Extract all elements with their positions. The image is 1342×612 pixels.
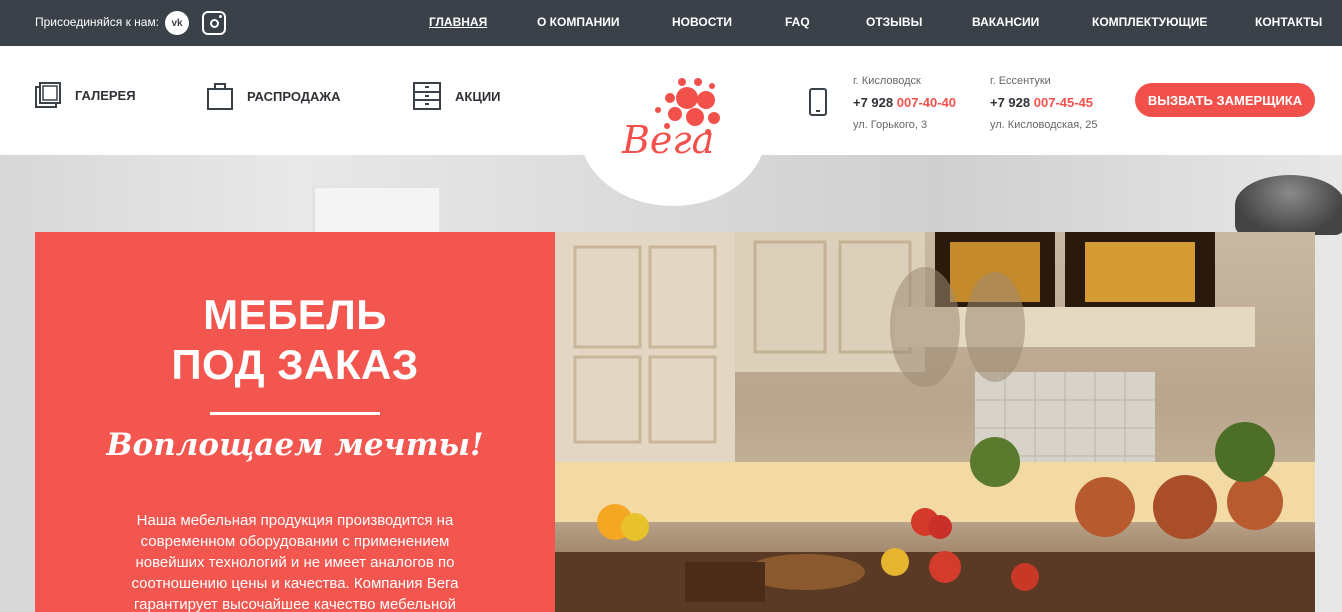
promo-label: АКЦИИ: [455, 88, 501, 104]
contact-address: ул. Кисловодская, 25: [990, 119, 1098, 131]
bag-icon: [207, 83, 233, 110]
nav-reviews[interactable]: ОТЗЫВЫ: [866, 15, 922, 29]
logo-text: Вега: [622, 118, 715, 162]
call-measurer-button[interactable]: ВЫЗВАТЬ ЗАМЕРЩИКА: [1135, 83, 1315, 117]
drawers-icon: [413, 82, 441, 110]
nav-faq[interactable]: FAQ: [785, 15, 810, 29]
contact-phone[interactable]: +7 928 007-45-45: [990, 92, 1098, 114]
nav-news[interactable]: НОВОСТИ: [672, 15, 732, 29]
nav-home[interactable]: ГЛАВНАЯ: [429, 15, 487, 29]
gallery-link[interactable]: ГАЛЕРЕЯ: [35, 82, 136, 108]
sale-label: РАСПРОДАЖА: [247, 88, 341, 104]
phone-icon: [809, 88, 827, 116]
contact-phone[interactable]: +7 928 007-40-40: [853, 92, 956, 114]
hero-divider: [210, 412, 380, 415]
nav-components[interactable]: КОМПЛЕКТУЮЩИЕ: [1092, 15, 1207, 29]
gallery-label: ГАЛЕРЕЯ: [75, 87, 136, 103]
nav-contacts[interactable]: КОНТАКТЫ: [1255, 15, 1322, 29]
contact-kislovodsk: г. Кисловодск +7 928 007-40-40 ул. Горьк…: [853, 70, 956, 136]
contact-essentuki: г. Ессентуки +7 928 007-45-45 ул. Кислов…: [990, 70, 1098, 136]
sale-link[interactable]: РАСПРОДАЖА: [207, 82, 341, 110]
contact-address: ул. Горького, 3: [853, 119, 928, 131]
top-bar: Присоединяйся к нам: vk ГЛАВНАЯ О КОМПАН…: [0, 0, 1342, 46]
vk-icon[interactable]: vk: [165, 11, 189, 35]
gallery-icon: [35, 82, 61, 108]
join-label: Присоединяйся к нам:: [35, 15, 160, 29]
background-lamp: [1235, 175, 1342, 235]
promo-link[interactable]: АКЦИИ: [413, 82, 501, 110]
contact-city: г. Ессентуки: [990, 75, 1051, 87]
instagram-icon[interactable]: [202, 11, 226, 35]
nav-about[interactable]: О КОМПАНИИ: [537, 15, 620, 29]
hero-title: МЕБЕЛЬ ПОД ЗАКАЗ: [171, 291, 419, 388]
hero-slogan: Воплощаем мечты!: [106, 427, 484, 463]
contact-city: г. Кисловодск: [853, 75, 921, 87]
kitchen-image: [555, 232, 1315, 612]
hero-panel: МЕБЕЛЬ ПОД ЗАКАЗ Воплощаем мечты! Наша м…: [35, 232, 555, 612]
nav-vacancies[interactable]: ВАКАНСИИ: [972, 15, 1039, 29]
hero-description: Наша мебельная продукция производится на…: [131, 512, 459, 612]
